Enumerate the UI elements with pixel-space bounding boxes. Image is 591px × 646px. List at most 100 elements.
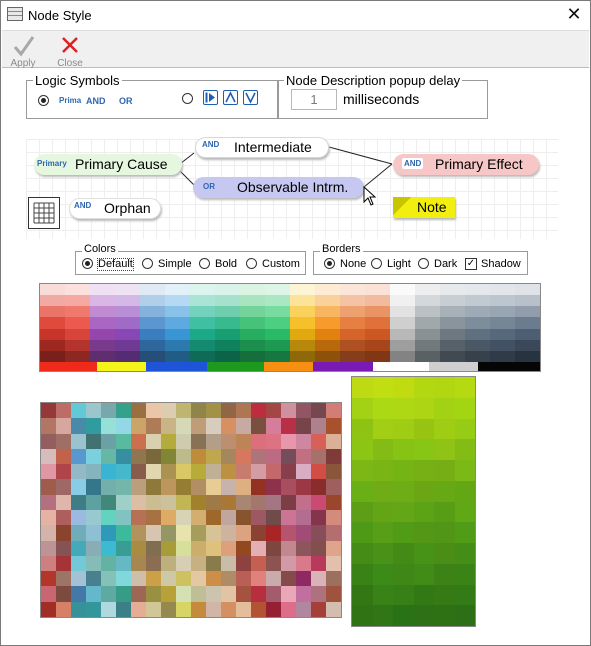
color-swatch[interactable]	[465, 306, 490, 318]
color-swatch[interactable]	[101, 479, 116, 495]
color-swatch[interactable]	[266, 418, 281, 434]
color-swatch[interactable]	[86, 601, 101, 617]
color-swatch[interactable]	[146, 494, 161, 510]
color-swatch[interactable]	[393, 543, 414, 564]
color-swatch[interactable]	[393, 460, 414, 481]
color-swatch[interactable]	[206, 433, 221, 449]
node-orphan[interactable]: AND Orphan	[69, 198, 161, 219]
color-swatch[interactable]	[372, 460, 393, 481]
color-swatch[interactable]	[352, 522, 373, 543]
color-swatch[interactable]	[372, 418, 393, 440]
color-swatch[interactable]	[440, 295, 465, 307]
color-swatch[interactable]	[101, 418, 116, 434]
color-swatch[interactable]	[390, 339, 415, 351]
color-swatch[interactable]	[290, 284, 315, 296]
color-swatch[interactable]	[71, 601, 86, 617]
color-swatch[interactable]	[265, 306, 290, 318]
color-swatch[interactable]	[465, 339, 490, 351]
color-swatch[interactable]	[326, 448, 341, 465]
color-swatch[interactable]	[415, 317, 440, 329]
color-swatch[interactable]	[41, 540, 56, 556]
color-swatch[interactable]	[176, 540, 191, 556]
color-swatch[interactable]	[56, 540, 71, 556]
color-swatch[interactable]	[266, 586, 281, 602]
color-swatch[interactable]	[191, 540, 206, 556]
color-swatch[interactable]	[90, 339, 115, 351]
color-swatch[interactable]	[56, 601, 71, 617]
color-swatch[interactable]	[515, 295, 540, 307]
color-swatch[interactable]	[221, 403, 236, 419]
color-swatch[interactable]	[490, 295, 515, 307]
color-swatch[interactable]	[315, 306, 340, 318]
color-swatch[interactable]	[161, 494, 176, 510]
color-swatch[interactable]	[176, 525, 191, 541]
colors-simple-radio[interactable]	[142, 258, 153, 269]
color-swatch[interactable]	[290, 328, 315, 340]
color-swatch[interactable]	[116, 479, 131, 495]
color-swatch[interactable]	[191, 448, 206, 465]
color-swatch[interactable]	[191, 555, 206, 572]
color-swatch[interactable]	[281, 479, 296, 495]
color-swatch[interactable]	[340, 328, 365, 340]
borders-none-radio[interactable]	[324, 258, 335, 269]
color-swatch[interactable]	[101, 586, 116, 602]
color-swatch[interactable]	[56, 525, 71, 541]
color-swatch[interactable]	[326, 433, 341, 449]
color-swatch[interactable]	[413, 605, 434, 626]
color-swatch[interactable]	[490, 284, 515, 296]
color-swatch[interactable]	[296, 479, 311, 495]
color-swatch[interactable]	[165, 284, 190, 296]
color-swatch[interactable]	[116, 418, 131, 434]
color-swatch[interactable]	[312, 362, 373, 371]
color-swatch[interactable]	[115, 328, 140, 340]
color-swatch[interactable]	[161, 555, 176, 572]
color-swatch[interactable]	[311, 540, 326, 556]
color-swatch[interactable]	[266, 525, 281, 541]
color-swatch[interactable]	[296, 403, 311, 419]
color-swatch[interactable]	[131, 479, 146, 495]
node-primary-cause[interactable]: Primary Primary Cause	[34, 154, 182, 175]
node-intermediate[interactable]: AND Intermediate	[195, 137, 329, 158]
color-swatch[interactable]	[265, 295, 290, 307]
green-gradient-palette[interactable]	[351, 376, 476, 627]
shadow-checkbox[interactable]: ✓	[465, 258, 477, 270]
color-swatch[interactable]	[240, 350, 265, 362]
color-swatch[interactable]	[390, 350, 415, 362]
color-swatch[interactable]	[240, 339, 265, 351]
color-swatch[interactable]	[296, 571, 311, 587]
color-swatch[interactable]	[352, 501, 373, 523]
colors-default-radio[interactable]	[82, 258, 93, 269]
color-swatch[interactable]	[116, 555, 131, 572]
color-swatch[interactable]	[161, 464, 176, 480]
color-swatch[interactable]	[86, 479, 101, 495]
color-swatch[interactable]	[465, 328, 490, 340]
color-swatch[interactable]	[161, 418, 176, 434]
color-swatch[interactable]	[56, 586, 71, 602]
color-swatch[interactable]	[40, 362, 97, 371]
color-swatch[interactable]	[161, 433, 176, 449]
color-swatch[interactable]	[236, 586, 251, 602]
color-swatch[interactable]	[434, 480, 455, 502]
color-swatch[interactable]	[434, 439, 455, 460]
color-swatch[interactable]	[352, 480, 373, 502]
color-swatch[interactable]	[236, 525, 251, 541]
color-swatch[interactable]	[165, 295, 190, 307]
color-swatch[interactable]	[131, 586, 146, 602]
color-swatch[interactable]	[146, 479, 161, 495]
color-swatch[interactable]	[86, 494, 101, 510]
color-swatch[interactable]	[415, 350, 440, 362]
color-swatch[interactable]	[465, 284, 490, 296]
color-swatch[interactable]	[265, 328, 290, 340]
color-swatch[interactable]	[454, 418, 475, 440]
color-swatch[interactable]	[465, 295, 490, 307]
color-swatch[interactable]	[40, 350, 65, 362]
color-swatch[interactable]	[56, 509, 71, 526]
color-swatch[interactable]	[372, 362, 430, 371]
color-swatch[interactable]	[146, 509, 161, 526]
color-swatch[interactable]	[116, 525, 131, 541]
color-swatch[interactable]	[326, 555, 341, 572]
color-swatch[interactable]	[236, 479, 251, 495]
color-swatch[interactable]	[281, 433, 296, 449]
color-swatch[interactable]	[490, 306, 515, 318]
color-swatch[interactable]	[236, 555, 251, 572]
